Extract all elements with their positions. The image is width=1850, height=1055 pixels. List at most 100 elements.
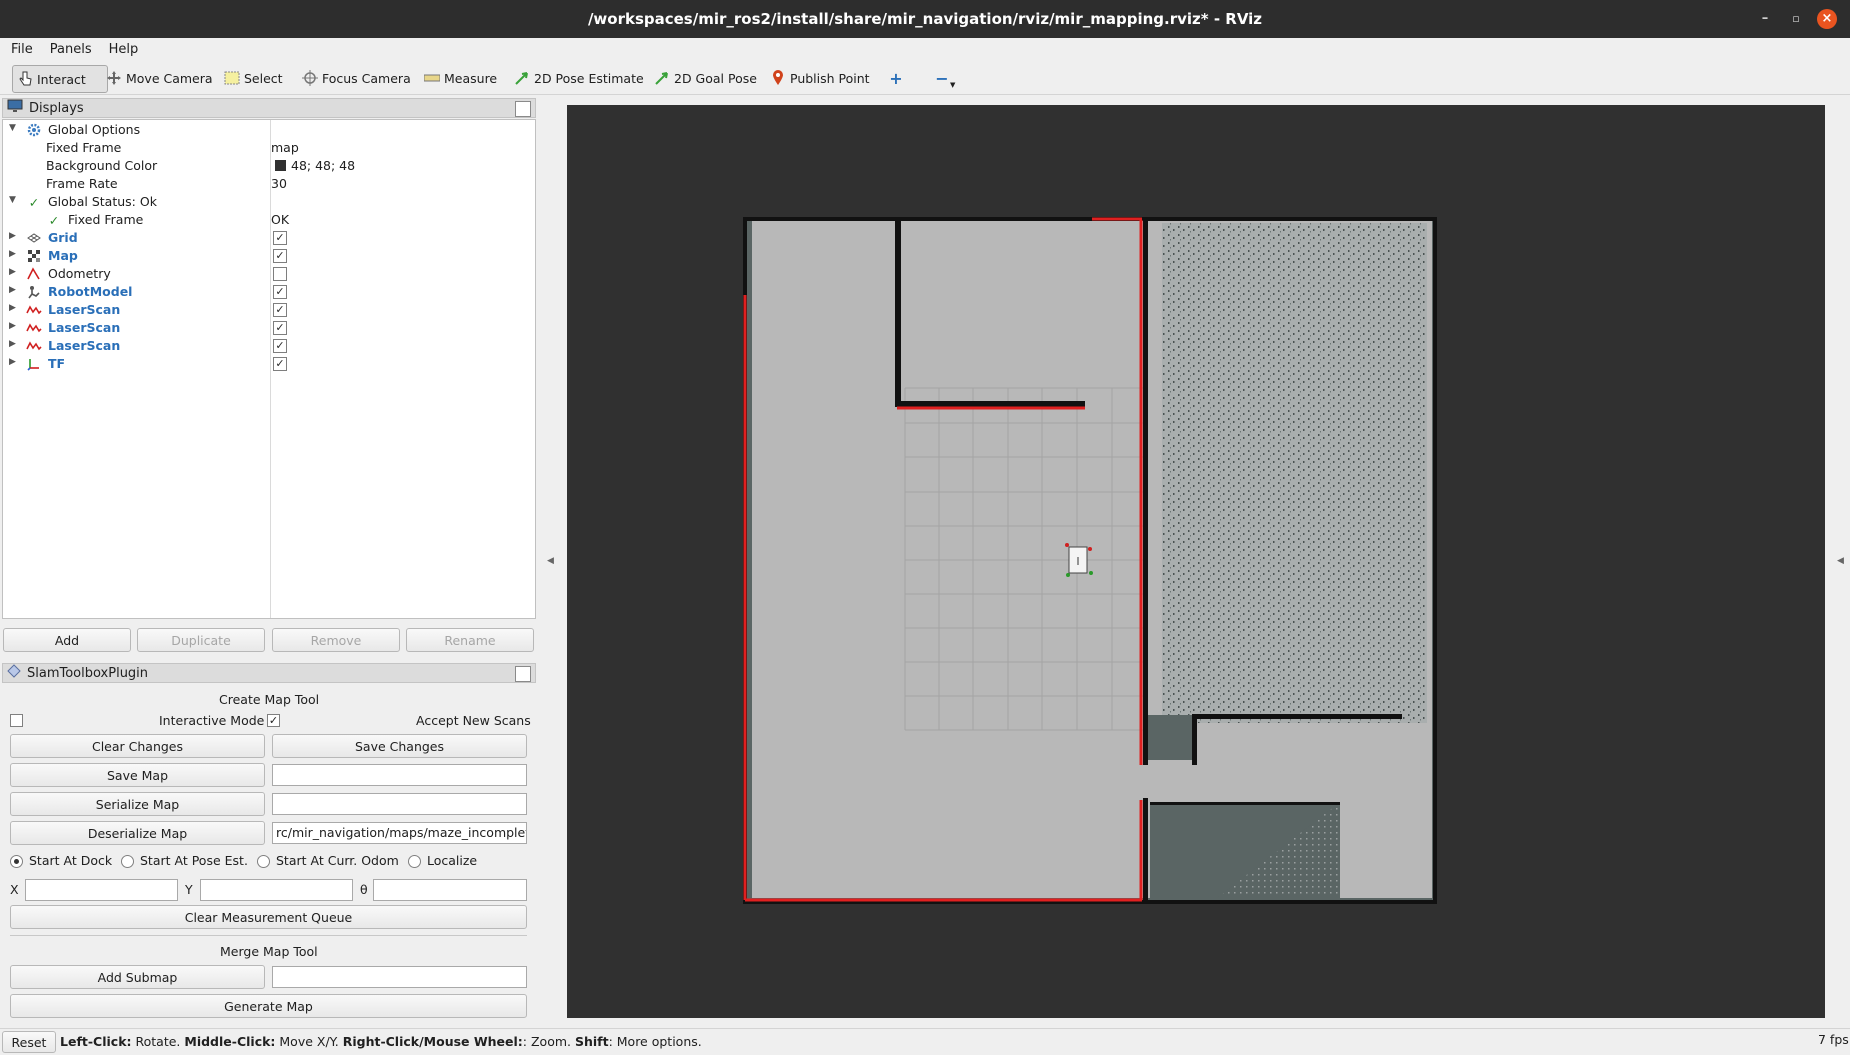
- tree-row-status-fixed-frame[interactable]: ✓ Fixed Frame OK: [3, 211, 535, 229]
- display-checkbox-laserscan[interactable]: ✓: [273, 321, 287, 335]
- display-checkbox-grid[interactable]: ✓: [273, 231, 287, 245]
- background-color-value[interactable]: 48; 48; 48: [291, 158, 355, 173]
- tree-row-global-options[interactable]: ▼ Global Options: [3, 121, 535, 139]
- green-arrow-icon: [514, 70, 530, 86]
- reset-view-button[interactable]: Reset: [2, 1031, 56, 1053]
- expand-arrow-icon[interactable]: ▶: [9, 249, 16, 259]
- add-tool-button[interactable]: +: [884, 65, 908, 91]
- x-input[interactable]: [25, 879, 178, 901]
- tree-row-tf[interactable]: ▶ TF ✓: [3, 355, 535, 373]
- expand-arrow-icon[interactable]: ▶: [9, 357, 16, 367]
- clear-changes-button[interactable]: Clear Changes: [10, 734, 265, 758]
- select-tool-button[interactable]: Select: [220, 65, 287, 91]
- display-checkbox-laserscan[interactable]: ✓: [273, 303, 287, 317]
- publish-point-tool-button[interactable]: Publish Point: [766, 65, 874, 91]
- toolbar: Interact Move Camera Select Focus Camera…: [0, 60, 1850, 95]
- tree-row-frame-rate[interactable]: Frame Rate 30: [3, 175, 535, 193]
- serialize-map-button[interactable]: Serialize Map: [10, 792, 265, 816]
- expand-arrow-icon[interactable]: ▶: [9, 321, 16, 331]
- slam-panel-float-toggle[interactable]: [515, 666, 531, 682]
- expand-arrow-icon[interactable]: ▼: [9, 123, 16, 133]
- interact-tool-button[interactable]: Interact: [12, 65, 108, 93]
- display-name-laserscan: LaserScan: [48, 320, 121, 335]
- serialize-map-name-input[interactable]: [272, 793, 527, 815]
- display-checkbox-map[interactable]: ✓: [273, 249, 287, 263]
- tree-row-laserscan-2[interactable]: ▶ LaserScan ✓: [3, 319, 535, 337]
- publish-point-label: Publish Point: [790, 70, 870, 86]
- generate-map-button[interactable]: Generate Map: [10, 994, 527, 1018]
- start-at-pose-radio[interactable]: [121, 855, 134, 868]
- start-at-dock-radio[interactable]: [10, 855, 23, 868]
- goal-pose-tool-button[interactable]: 2D Goal Pose: [650, 65, 761, 91]
- display-checkbox-laserscan[interactable]: ✓: [273, 339, 287, 353]
- clear-measurement-queue-button[interactable]: Clear Measurement Queue: [10, 905, 527, 929]
- color-swatch[interactable]: [275, 160, 286, 171]
- add-display-button[interactable]: Add: [3, 628, 131, 652]
- move-camera-tool-button[interactable]: Move Camera: [102, 65, 217, 91]
- display-name-grid: Grid: [48, 230, 78, 245]
- tree-row-fixed-frame[interactable]: Fixed Frame map: [3, 139, 535, 157]
- hint-more: : More options.: [608, 1034, 702, 1049]
- save-map-button[interactable]: Save Map: [10, 763, 265, 787]
- displays-panel-float-toggle[interactable]: [515, 101, 531, 117]
- tree-row-grid[interactable]: ▶ Grid ✓: [3, 229, 535, 247]
- create-map-tool-title: Create Map Tool: [219, 692, 320, 707]
- tree-row-odometry[interactable]: ▶ Odometry: [3, 265, 535, 283]
- minimize-icon[interactable]: –: [1755, 9, 1775, 29]
- menu-file[interactable]: File: [0, 42, 39, 57]
- expand-arrow-icon[interactable]: ▶: [9, 303, 16, 313]
- ruler-icon: [424, 70, 440, 86]
- tree-row-laserscan-3[interactable]: ▶ LaserScan ✓: [3, 337, 535, 355]
- display-checkbox-robotmodel[interactable]: ✓: [273, 285, 287, 299]
- theta-input[interactable]: [373, 879, 527, 901]
- tree-row-robotmodel[interactable]: ▶ RobotModel ✓: [3, 283, 535, 301]
- tree-row-global-status[interactable]: ▼ ✓ Global Status: Ok: [3, 193, 535, 211]
- expand-arrow-icon[interactable]: ▶: [9, 339, 16, 349]
- display-checkbox-tf[interactable]: ✓: [273, 357, 287, 371]
- save-map-name-input[interactable]: [272, 764, 527, 786]
- right-splitter-arrow-icon[interactable]: ◀: [1837, 556, 1844, 566]
- pose-estimate-tool-button[interactable]: 2D Pose Estimate: [510, 65, 648, 91]
- status-hint: Left-Click: Rotate. Middle-Click: Move X…: [60, 1034, 702, 1049]
- robot-icon: [26, 284, 42, 300]
- rename-display-button[interactable]: Rename: [406, 628, 534, 652]
- add-submap-button[interactable]: Add Submap: [10, 965, 265, 989]
- expand-arrow-icon[interactable]: ▶: [9, 231, 16, 241]
- map-pin-icon: [770, 70, 786, 86]
- map-grid-icon: [26, 248, 42, 264]
- duplicate-display-button[interactable]: Duplicate: [137, 628, 265, 652]
- close-icon[interactable]: ×: [1817, 9, 1837, 29]
- render-viewport[interactable]: [567, 105, 1825, 1018]
- fixed-frame-value[interactable]: map: [271, 140, 299, 155]
- maximize-icon[interactable]: ▫: [1786, 9, 1806, 29]
- localize-radio[interactable]: [408, 855, 421, 868]
- checkmark-icon: ✓: [28, 194, 40, 210]
- crosshair-icon: [302, 70, 318, 86]
- interactive-mode-checkbox[interactable]: ✓: [267, 714, 280, 727]
- measure-tool-button[interactable]: Measure: [420, 65, 501, 91]
- move-camera-label: Move Camera: [126, 70, 213, 86]
- slam-checkbox-left[interactable]: [10, 714, 23, 727]
- remove-tool-button[interactable]: − ▼: [930, 65, 959, 91]
- y-input[interactable]: [200, 879, 353, 901]
- focus-camera-tool-button[interactable]: Focus Camera: [298, 65, 415, 91]
- expand-arrow-icon[interactable]: ▼: [9, 195, 16, 205]
- tree-row-laserscan-1[interactable]: ▶ LaserScan ✓: [3, 301, 535, 319]
- left-splitter-arrow-icon[interactable]: ◀: [547, 556, 554, 566]
- expand-arrow-icon[interactable]: ▶: [9, 267, 16, 277]
- save-changes-button[interactable]: Save Changes: [272, 734, 527, 758]
- focus-camera-label: Focus Camera: [322, 70, 411, 86]
- expand-arrow-icon[interactable]: ▶: [9, 285, 16, 295]
- frame-rate-value[interactable]: 30: [271, 176, 287, 191]
- tree-row-background-color[interactable]: Background Color 48; 48; 48: [3, 157, 535, 175]
- start-at-odom-radio[interactable]: [257, 855, 270, 868]
- checkmark-icon: ✓: [48, 212, 60, 228]
- menu-panels[interactable]: Panels: [39, 42, 98, 57]
- remove-display-button[interactable]: Remove: [272, 628, 400, 652]
- menu-help[interactable]: Help: [98, 42, 145, 57]
- submap-input[interactable]: [272, 966, 527, 988]
- tree-row-map[interactable]: ▶ Map ✓: [3, 247, 535, 265]
- deserialize-map-button[interactable]: Deserialize Map: [10, 821, 265, 845]
- deserialize-map-path-input[interactable]: rc/mir_navigation/maps/maze_incomplete: [272, 822, 527, 844]
- display-checkbox-odometry[interactable]: [273, 267, 287, 281]
